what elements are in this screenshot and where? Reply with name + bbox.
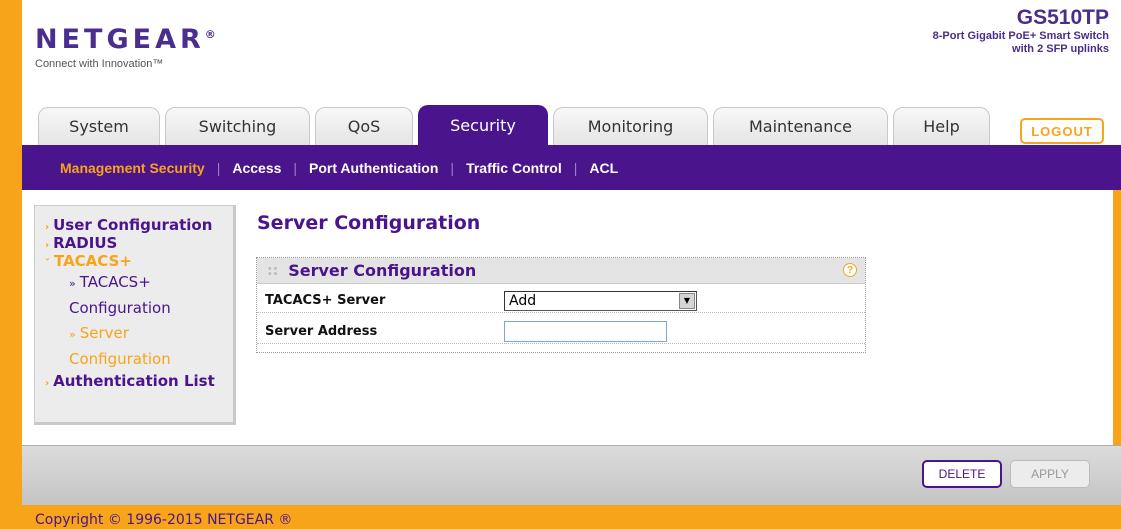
double-chevron-icon: » [69, 277, 76, 290]
tab-maintenance[interactable]: Maintenance [713, 107, 888, 145]
menu-item-tacacs[interactable]: ˅ TACACS+ [45, 252, 233, 270]
server-address-label: Server Address [265, 324, 378, 339]
tacacs-server-select[interactable]: Add ▼ [504, 290, 697, 311]
chevron-down-icon: ˅ [45, 258, 50, 269]
subnav-separator: | [573, 159, 578, 176]
tab-qos[interactable]: QoS [315, 107, 413, 145]
help-icon[interactable]: ? [843, 263, 857, 277]
chevron-right-icon: › [45, 378, 50, 389]
tab-system[interactable]: System [38, 107, 160, 145]
server-address-input[interactable] [504, 321, 667, 342]
main-tabs: System Switching QoS Security Monitoring… [38, 105, 995, 145]
tab-security[interactable]: Security [418, 105, 548, 145]
tacacs-server-label: TACACS+ Server [265, 293, 386, 308]
netgear-logo: NETGEAR® Connect with Innovation™ [35, 20, 216, 71]
double-chevron-icon: » [69, 328, 76, 341]
tab-switching[interactable]: Switching [165, 107, 310, 145]
subnav-separator: | [293, 159, 298, 176]
tab-help[interactable]: Help [893, 107, 990, 145]
subnav-acl[interactable]: ACL [589, 160, 618, 176]
menu-item-user-configuration[interactable]: › User Configuration [45, 216, 233, 234]
menu-sub-server-configuration[interactable]: » Server Configuration [45, 321, 233, 372]
dropdown-arrow-icon[interactable]: ▼ [679, 292, 695, 309]
model-name: GS510TP [1016, 6, 1109, 29]
logo-wordmark: NETGEAR® [35, 24, 216, 55]
subnav-traffic-control[interactable]: Traffic Control [466, 160, 562, 176]
panel-title: Server Configuration [288, 261, 477, 280]
delete-button[interactable]: DELETE [922, 460, 1002, 488]
subnav-port-authentication[interactable]: Port Authentication [309, 160, 438, 176]
grip-icon: :: [267, 262, 279, 279]
page-title: Server Configuration [257, 212, 481, 234]
left-orange-stripe [0, 0, 22, 529]
chevron-right-icon: › [45, 240, 50, 251]
model-description-2: with 2 SFP uplinks [1012, 43, 1109, 55]
subnav-separator: | [216, 159, 221, 176]
copyright-text: Copyright © 1996-2015 NETGEAR ® [35, 512, 293, 528]
security-subnav: Management Security | Access | Port Auth… [22, 145, 1121, 190]
menu-item-authentication-list[interactable]: › Authentication List [45, 372, 233, 390]
server-configuration-panel: :: Server Configuration ? TACACS+ Server… [256, 257, 866, 353]
subnav-management-security[interactable]: Management Security [60, 160, 205, 176]
subnav-access[interactable]: Access [232, 160, 281, 176]
tab-monitoring[interactable]: Monitoring [553, 107, 708, 145]
logout-button[interactable]: LOGOUT [1020, 118, 1104, 144]
logo-tagline: Connect with Innovation™ [35, 58, 164, 70]
apply-button[interactable]: APPLY [1010, 460, 1090, 488]
side-menu: › User Configuration › RADIUS ˅ TACACS+ » TA… [34, 205, 236, 425]
row-tacacs-server: TACACS+ Server Add ▼ [257, 289, 865, 313]
chevron-right-icon: › [45, 222, 50, 233]
menu-sub-tacacs-configuration[interactable]: » TACACS+ Configuration [45, 270, 233, 321]
model-description-1: 8-Port Gigabit PoE+ Smart Switch [932, 30, 1109, 42]
model-info: GS510TP 8-Port Gigabit PoE+ Smart Switch… [933, 6, 1109, 56]
menu-item-radius[interactable]: › RADIUS [45, 234, 233, 252]
panel-header: :: Server Configuration ? [257, 258, 865, 284]
row-server-address: Server Address [257, 320, 865, 344]
subnav-separator: | [450, 159, 455, 176]
